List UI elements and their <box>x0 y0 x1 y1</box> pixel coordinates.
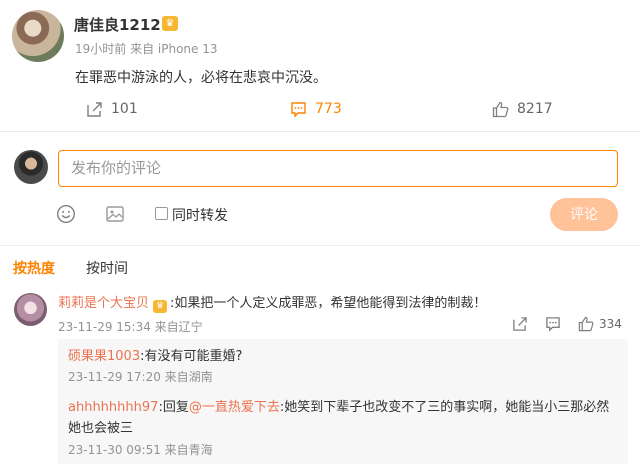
share-icon[interactable] <box>512 316 528 332</box>
commenter-name[interactable]: 莉莉是个大宝贝 <box>58 296 149 311</box>
share-icon <box>87 101 102 117</box>
commenter-avatar[interactable] <box>14 293 47 326</box>
post-text: 在罪恶中游泳的人，必将在悲哀中沉没。 <box>75 70 327 86</box>
share-button[interactable]: 101 <box>86 98 138 120</box>
thumbs-up-icon[interactable] <box>578 316 594 332</box>
comment-meta: 23-11-29 15:34 来自辽宁 <box>58 320 203 334</box>
reply-mention-link[interactable]: @一直热爱下去 <box>189 400 280 415</box>
comment-actions: 334 <box>512 316 622 332</box>
comment-button[interactable]: 773 <box>290 98 342 120</box>
reply-author[interactable]: ahhhhhhhh97 <box>68 400 158 415</box>
share-count: 101 <box>111 101 138 117</box>
repost-label[interactable]: 同时转发 <box>172 205 228 225</box>
post-meta: 19小时前 来自 iPhone 13 <box>75 42 218 56</box>
like-count: 8217 <box>517 101 553 117</box>
post-author-avatar[interactable] <box>12 10 64 62</box>
comment-icon[interactable] <box>545 316 561 332</box>
reply-line: ahhhhhhhh97:回复@一直热爱下去:她笑到下辈子也改变不了三的事实啊，她… <box>68 397 620 439</box>
vip-crown-badge-icon: ♛ <box>153 300 168 313</box>
comment-text: :如果把一个人定义成罪恶，希望他能得到法律的制裁！ <box>170 296 487 311</box>
repost-checkbox[interactable] <box>155 207 168 220</box>
reply-text: :有没有可能重婚? <box>140 349 243 364</box>
tab-sort-by-hot[interactable]: 按热度 <box>13 258 55 278</box>
reply-meta: 23-11-29 17:20 来自湖南 <box>68 370 213 384</box>
vip-crown-badge-icon: ♛ <box>162 16 178 31</box>
comment-input[interactable] <box>58 150 618 187</box>
comment-icon <box>291 101 306 118</box>
post-author-name[interactable]: 唐佳良1212 <box>74 14 161 35</box>
divider <box>0 245 640 246</box>
reply-meta: 23-11-30 09:51 来自青海 <box>68 443 213 457</box>
submit-comment-button[interactable]: 评论 <box>550 198 618 231</box>
reply-author[interactable]: 硕果果1003 <box>68 349 140 364</box>
comment-count: 773 <box>315 101 342 117</box>
tab-sort-by-time[interactable]: 按时间 <box>86 258 128 278</box>
thumbs-up-icon <box>492 101 509 117</box>
comment-line: 莉莉是个大宝贝 ♛:如果把一个人定义成罪恶，希望他能得到法律的制裁！ <box>58 292 486 313</box>
comment-like-count: 334 <box>599 317 622 331</box>
reply-prefix: :回复 <box>158 400 189 415</box>
divider <box>0 131 640 132</box>
emoji-icon[interactable] <box>56 204 76 224</box>
image-icon[interactable] <box>105 204 125 224</box>
like-button[interactable]: 8217 <box>492 98 553 120</box>
current-user-avatar <box>14 150 48 184</box>
reply-line: 硕果果1003:有没有可能重婚? <box>68 345 242 364</box>
